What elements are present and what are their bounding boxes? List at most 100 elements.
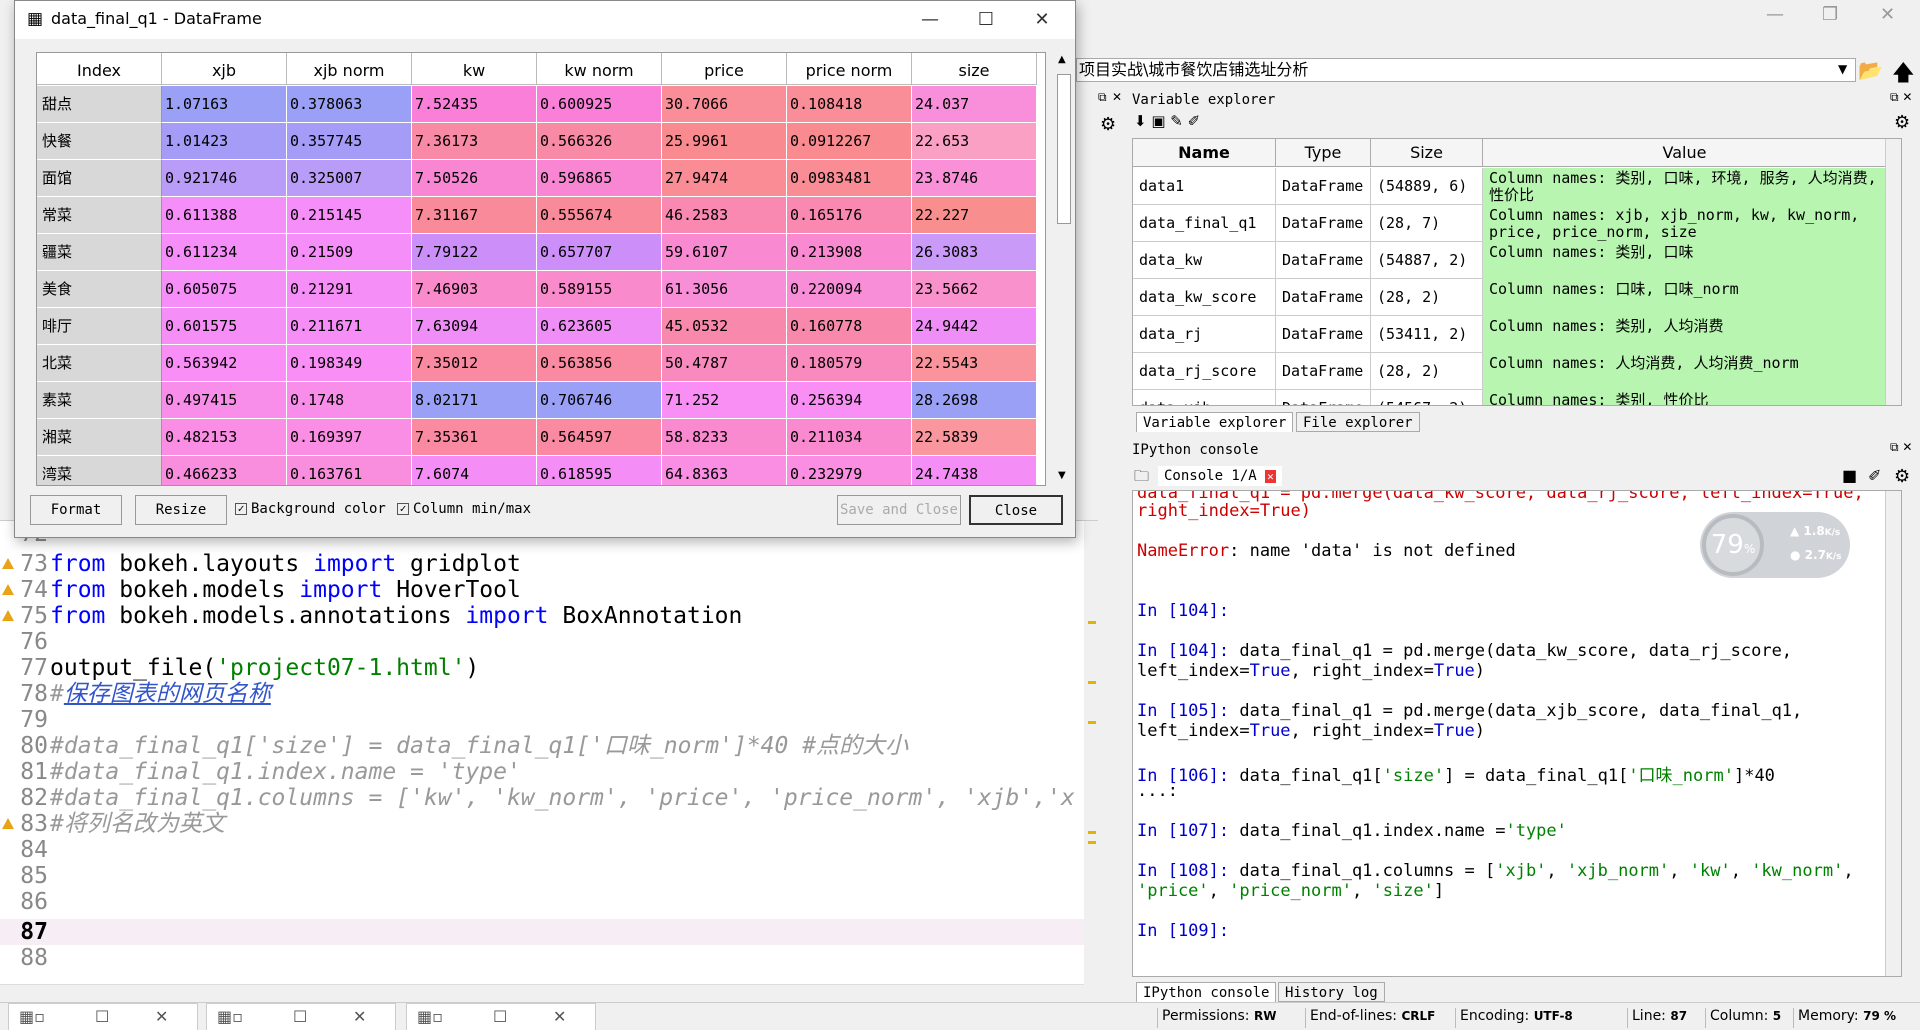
close-icon[interactable]: ✕ xyxy=(155,1007,168,1026)
grid-cell[interactable]: 71.252 xyxy=(662,382,787,419)
import-icon[interactable]: ⬇ ▣ ✎ ✐ xyxy=(1134,112,1200,130)
grid-cell[interactable]: 46.2583 xyxy=(662,197,787,234)
grid-column-header[interactable]: kw xyxy=(412,53,537,85)
grid-cell[interactable]: 26.3083 xyxy=(912,234,1037,271)
grid-cell[interactable]: 0.163761 xyxy=(287,456,412,485)
close-dialog-button[interactable]: Close xyxy=(969,495,1063,525)
grid-cell[interactable]: 24.7438 xyxy=(912,456,1037,485)
grid-cell[interactable]: 59.6107 xyxy=(662,234,787,271)
grid-cell[interactable]: 0.482153 xyxy=(162,419,287,456)
grid-cell[interactable]: 0.600925 xyxy=(537,86,662,123)
gear-icon[interactable]: ⚙ xyxy=(1100,114,1116,135)
grid-cell[interactable]: 45.0532 xyxy=(662,308,787,345)
console-prompt[interactable]: In [109]: xyxy=(1137,921,1229,941)
variable-row[interactable]: data_kw DataFrame (54887, 2) Column names: … xyxy=(1133,242,1901,279)
close-icon[interactable]: ✕ xyxy=(353,1007,366,1026)
grid-cell[interactable]: 0.378063 xyxy=(287,86,412,123)
grid-row-index[interactable]: 常菜 xyxy=(37,197,162,234)
grid-cell[interactable]: 22.227 xyxy=(912,197,1037,234)
grid-cell[interactable]: 0.169397 xyxy=(287,419,412,456)
code-line[interactable]: 82#data_final_q1.columns = ['kw', 'kw_no… xyxy=(0,785,1090,811)
working-directory-field[interactable]: 项目实战\城市餐饮店铺选址分析 xyxy=(1076,58,1856,82)
editor-horizontal-scrollbar[interactable] xyxy=(0,984,1084,1002)
scroll-down-icon[interactable]: ▼ xyxy=(1058,470,1066,481)
variable-row[interactable]: data_rj_score DataFrame (28, 2) Column name… xyxy=(1133,353,1901,390)
grid-cell[interactable]: 24.9442 xyxy=(912,308,1037,345)
grid-cell[interactable]: 24.037 xyxy=(912,86,1037,123)
close-icon[interactable]: ✕ xyxy=(1112,90,1122,104)
grid-column-header[interactable]: Index xyxy=(37,53,162,85)
folder-icon[interactable]: 📂 xyxy=(1858,58,1883,82)
grid-cell[interactable]: 7.36173 xyxy=(412,123,537,160)
grid-cell[interactable]: 0.357745 xyxy=(287,123,412,160)
grid-cell[interactable]: 0.563942 xyxy=(162,345,287,382)
grid-cell[interactable]: 0.623605 xyxy=(537,308,662,345)
grid-cell[interactable]: 23.5662 xyxy=(912,271,1037,308)
code-line[interactable]: 77output_file('project07-1.html') xyxy=(0,655,1090,681)
grid-cell[interactable]: 22.5543 xyxy=(912,345,1037,382)
warning-icon[interactable] xyxy=(2,584,14,595)
grid-row-index[interactable]: 素菜 xyxy=(37,382,162,419)
column-header[interactable]: Value xyxy=(1483,139,1887,167)
grid-cell[interactable]: 0.256394 xyxy=(787,382,912,419)
grid-cell[interactable]: 0.601575 xyxy=(162,308,287,345)
gear-icon[interactable]: ⚙ xyxy=(1894,112,1910,133)
code-line[interactable]: 78#保存图表的网页名称 xyxy=(0,681,1090,707)
grid-row-index[interactable]: 北菜 xyxy=(37,345,162,382)
grid-cell[interactable]: 0.21509 xyxy=(287,234,412,271)
code-line[interactable]: 75from bokeh.models.annotations import B… xyxy=(0,603,1090,629)
grid-row-index[interactable]: 湘菜 xyxy=(37,419,162,456)
grid-cell[interactable]: 0.220094 xyxy=(787,271,912,308)
grid-cell[interactable]: 7.79122 xyxy=(412,234,537,271)
maximize-icon[interactable]: ☐ xyxy=(493,1007,507,1026)
folder-icon[interactable]: 🗀 xyxy=(1134,466,1149,491)
grid-cell[interactable]: 0.657707 xyxy=(537,234,662,271)
grid-cell[interactable]: 0.198349 xyxy=(287,345,412,382)
undock-icon[interactable]: ⧉ ✕ xyxy=(1890,440,1912,455)
tab-history-log[interactable]: History log xyxy=(1278,982,1385,1002)
code-line[interactable]: 83#将列名改为英文 xyxy=(0,811,1090,837)
column-header[interactable]: Size xyxy=(1371,139,1483,167)
grid-cell[interactable]: 22.5839 xyxy=(912,419,1037,456)
warning-icon[interactable] xyxy=(2,610,14,621)
scrollbar-thumb[interactable] xyxy=(1057,74,1071,224)
grid-cell[interactable]: 0.706746 xyxy=(537,382,662,419)
dialog-titlebar[interactable]: ▦ data_final_q1 - DataFrame — ☐ ✕ xyxy=(15,1,1075,39)
tab-console[interactable]: Console 1/A ✕ xyxy=(1158,466,1282,486)
grid-cell[interactable]: 61.3056 xyxy=(662,271,787,308)
checkbox-checked[interactable]: ✓ xyxy=(235,503,247,515)
grid-cell[interactable]: 64.8363 xyxy=(662,456,787,485)
gear-icon[interactable]: ⚙ xyxy=(1894,466,1910,487)
grid-column-header[interactable]: size xyxy=(912,53,1037,85)
variable-explorer-table[interactable]: Name Type Size Value data1 DataFrame (5488… xyxy=(1132,138,1902,406)
format-button[interactable]: Format xyxy=(30,495,122,525)
minimize-icon[interactable]: — xyxy=(1766,4,1784,25)
grid-cell[interactable]: 0.211671 xyxy=(287,308,412,345)
grid-cell[interactable]: 0.108418 xyxy=(787,86,912,123)
undock-icon[interactable]: ⧉ ✕ xyxy=(1890,90,1912,105)
undock-icon[interactable]: ⧉ xyxy=(1098,90,1107,105)
minimize-button[interactable]: — xyxy=(907,5,953,35)
grid-row-index[interactable]: 疆菜 xyxy=(37,234,162,271)
grid-cell[interactable]: 7.35361 xyxy=(412,419,537,456)
code-line[interactable]: 88 xyxy=(0,945,1090,971)
grid-cell[interactable]: 0.618595 xyxy=(537,456,662,485)
grid-cell[interactable]: 58.8233 xyxy=(662,419,787,456)
grid-cell[interactable]: 0.232979 xyxy=(787,456,912,485)
grid-column-header[interactable]: xjb norm xyxy=(287,53,412,85)
resize-button[interactable]: Resize xyxy=(135,495,227,525)
code-line[interactable]: 86 xyxy=(0,889,1090,915)
code-line[interactable]: 79 xyxy=(0,707,1090,733)
chevron-down-icon[interactable]: ▼ xyxy=(1838,62,1847,76)
arrow-up-icon[interactable]: 🡅 xyxy=(1892,56,1915,94)
column-header[interactable]: Type xyxy=(1276,139,1371,167)
grid-column-header[interactable]: price norm xyxy=(787,53,912,85)
restore-icon[interactable]: ❐ xyxy=(1822,4,1838,25)
maximize-icon[interactable]: ☐ xyxy=(293,1007,307,1026)
maximize-icon[interactable]: ☐ xyxy=(95,1007,109,1026)
grid-cell[interactable]: 28.2698 xyxy=(912,382,1037,419)
grid-cell[interactable]: 8.02171 xyxy=(412,382,537,419)
grid-cell[interactable]: 0.1748 xyxy=(287,382,412,419)
scroll-up-icon[interactable]: ▲ xyxy=(1058,54,1066,65)
warning-icon[interactable] xyxy=(2,818,14,829)
